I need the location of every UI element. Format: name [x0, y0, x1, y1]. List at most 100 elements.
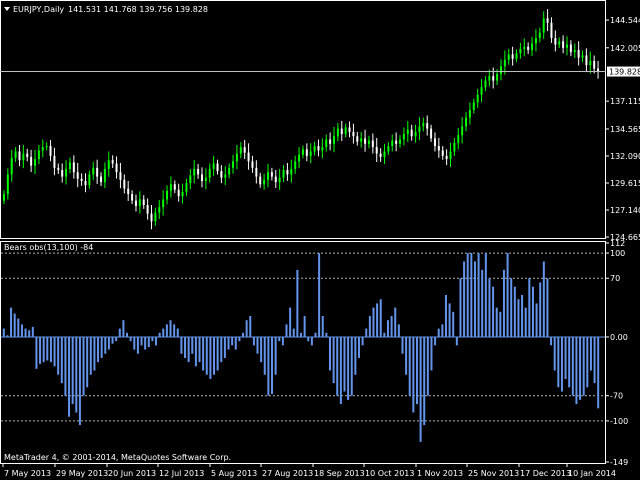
indicator-bar	[213, 336, 216, 375]
indicator-bar	[6, 335, 9, 337]
indicator-bar	[89, 336, 92, 375]
indicator-bar	[568, 336, 571, 388]
indicator-bar	[115, 336, 118, 342]
indicator-bar	[234, 336, 237, 350]
indicator-bar	[484, 253, 487, 337]
price-axis: 144.544 142.005 139.828 137.115 134.565 132.0…	[605, 16, 640, 242]
indicator-bar	[60, 336, 63, 384]
indicator-bar	[242, 332, 245, 337]
indicator-bar	[350, 336, 353, 396]
price-tick-label: 127.140	[610, 206, 640, 215]
indicator-bar	[495, 307, 498, 337]
indicator-bar	[78, 336, 81, 426]
indicator-bar	[158, 332, 161, 337]
indicator-bar	[593, 336, 596, 384]
indicator-bar	[405, 336, 408, 375]
indicator-bar	[318, 253, 321, 337]
time-tick-label: 10 Jan 2014	[568, 469, 616, 478]
indicator-bar	[517, 299, 520, 337]
indicator-bar	[328, 336, 331, 371]
indicator-tick-label: -149	[610, 458, 628, 467]
indicator-bar	[310, 336, 313, 346]
indicator-bar	[49, 336, 52, 363]
indicator-bar	[111, 336, 114, 344]
price-pane-frame	[0, 0, 606, 239]
indicator-bar	[252, 336, 255, 346]
indicator-bar	[550, 336, 553, 346]
indicator-bar	[126, 332, 129, 337]
indicator-tick-label: 0.00	[610, 333, 628, 342]
copyright-text: MetaTrader 4, © 2001-2014, MetaQuotes So…	[4, 453, 231, 462]
indicator-bar	[151, 336, 154, 342]
indicator-bar	[263, 336, 266, 375]
indicator-bar	[579, 336, 582, 400]
indicator-bar	[57, 336, 60, 375]
indicator-bar	[434, 336, 437, 346]
indicator-bar	[397, 324, 400, 337]
symbol-period-label: EURJPY,Daily	[13, 5, 64, 14]
indicator-bar	[560, 336, 563, 392]
price-tick-label: 132.090	[610, 152, 640, 161]
indicator-bar	[339, 336, 342, 405]
indicator-bar	[64, 336, 67, 396]
indicator-bar	[93, 336, 96, 371]
time-tick-label: 27 Aug 2013	[262, 469, 313, 478]
price-tick-label: 129.615	[610, 179, 640, 188]
indicator-bar	[386, 320, 389, 337]
indicator-bar	[365, 328, 368, 337]
indicator-bar	[2, 328, 5, 337]
indicator-bar	[354, 336, 357, 375]
indicator-bar	[473, 261, 476, 337]
indicator-bar	[42, 336, 45, 363]
indicator-bar	[17, 318, 20, 337]
indicator-bar	[582, 336, 585, 396]
indicator-bar	[368, 316, 371, 337]
time-tick-label: 17 Dec 2013	[520, 469, 571, 478]
indicator-bar	[379, 299, 382, 337]
indicator-bar	[35, 336, 38, 369]
indicator-bar	[597, 336, 600, 409]
indicator-bar	[477, 253, 480, 337]
indicator-bar	[10, 307, 13, 337]
indicator-bar	[46, 336, 49, 361]
indicator-bar	[173, 324, 176, 337]
indicator-bar	[492, 286, 495, 337]
indicator-bar	[274, 336, 277, 375]
time-tick-label: 18 Sep 2013	[314, 469, 365, 478]
price-tick-label: 144.544	[610, 16, 640, 25]
indicator-bar	[180, 336, 183, 354]
indicator-bar	[260, 336, 263, 363]
indicator-bar	[216, 336, 219, 371]
indicator-bar	[184, 336, 187, 358]
indicator-bar	[423, 336, 426, 426]
indicator-bar	[223, 336, 226, 358]
indicator-bar	[220, 336, 223, 363]
indicator-bar	[118, 328, 121, 337]
indicator-bar	[165, 324, 168, 337]
indicator-bar	[444, 295, 447, 337]
indicator-bar	[524, 307, 527, 337]
price-tick-label: 137.115	[610, 97, 640, 106]
indicator-bar	[82, 336, 85, 396]
indicator-bar	[455, 336, 458, 346]
indicator-bar	[383, 332, 386, 337]
indicator-bar	[372, 307, 375, 337]
indicator-bar	[586, 336, 589, 388]
indicator-bar	[289, 307, 292, 337]
indicator-bar	[589, 336, 592, 371]
indicator-bar	[325, 332, 328, 337]
indicator-bar	[31, 326, 34, 337]
indicator-bar	[24, 328, 27, 337]
indicator-bar	[452, 311, 455, 337]
indicator-bar	[249, 316, 252, 337]
price-tick-label: 142.005	[610, 44, 640, 53]
indicator-bar	[564, 336, 567, 379]
indicator-bar	[542, 261, 545, 337]
indicator-bar	[394, 307, 397, 337]
indicator-bar	[267, 336, 270, 396]
indicator-bar	[390, 316, 393, 337]
price-tick-label: 139.828	[609, 68, 640, 77]
indicator-bar	[278, 336, 281, 342]
indicator-bar	[13, 313, 16, 337]
indicator-bar	[502, 269, 505, 337]
